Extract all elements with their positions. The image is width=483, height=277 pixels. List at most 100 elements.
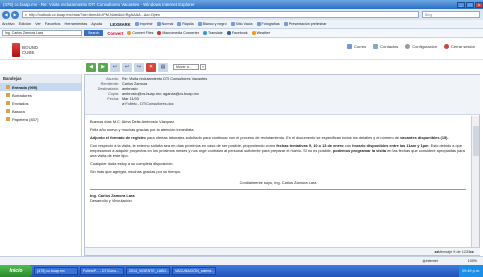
zoom-level[interactable]: 100%	[468, 259, 477, 263]
tool-bw-label: Blanco y negro	[202, 22, 227, 26]
body-p1: Feliz año nuevo y muchas gracias por la …	[90, 127, 195, 132]
reply-all-icon[interactable]: ↩	[122, 62, 132, 72]
tool-sitio-label: Sitio Vacía	[235, 22, 253, 26]
mail-icon	[347, 44, 353, 49]
menu-ver[interactable]: Ver	[35, 22, 41, 26]
mail-link[interactable]: Correo	[347, 44, 366, 49]
normal-icon	[156, 22, 161, 26]
photo-icon	[256, 22, 261, 26]
menu-bar: Archivo Edición Ver Favoritos Herramient…	[0, 20, 483, 29]
search-input[interactable]: Bing	[422, 11, 480, 18]
title-bar: (475) cc.buap.mx - Re: Visita reclutamie…	[0, 0, 483, 9]
window-title: (475) cc.buap.mx - Re: Visita reclutamie…	[3, 2, 195, 7]
folder-trash-label: Papelera (837)	[12, 116, 39, 122]
delete-icon[interactable]: ✕	[146, 62, 156, 72]
body-scrollbar[interactable]	[471, 116, 479, 248]
tool-rapida[interactable]: Rápida	[177, 22, 194, 26]
menu-favoritos[interactable]: Favoritos	[45, 22, 61, 26]
url-field[interactable]: e http://outlook.cc.buap.mx/owa/?ae=Item…	[22, 11, 419, 18]
task-ie[interactable]: (475) cc.buap.mx	[34, 267, 78, 275]
signature-role: Desarrollo y Vinculación	[90, 198, 132, 203]
sent-icon	[6, 101, 10, 105]
status-bar: ◍ Internet 100%	[0, 256, 483, 265]
message-header: Asunto: Re: Visita reclutamiento DTI Cons…	[85, 75, 480, 115]
logout-link[interactable]: Cerrar sesión	[443, 44, 475, 49]
tool-sitio[interactable]: Sitio Vacía	[230, 22, 253, 26]
menu-archivo[interactable]: Archivo	[2, 22, 15, 26]
date-key: Fecha:	[107, 97, 119, 101]
logout-link-label: Cerrar sesión	[450, 44, 475, 49]
bw-icon	[197, 22, 202, 26]
reading-pane: Asunto: Re: Visita reclutamiento DTI Cons…	[84, 74, 480, 256]
forward-mail-icon[interactable]: ↪	[134, 62, 144, 72]
task-folleto[interactable]: FolletoP... - DTICons...	[80, 267, 124, 275]
url-text: http://outlook.cc.buap.mx/owa/?ae=Item&t…	[29, 12, 160, 17]
forward-arrow-icon[interactable]: ▶	[98, 62, 108, 72]
tool-preview[interactable]: Presentación preliminar	[283, 22, 327, 26]
tool-imprimir-label: Imprimir	[139, 22, 153, 26]
menu-ayuda[interactable]: Ayuda	[91, 22, 102, 26]
folder-drafts-label: Borradores	[12, 92, 32, 98]
contacts-link[interactable]: Contactos	[373, 44, 398, 49]
folder-trash[interactable]: Papelera (837)	[0, 115, 81, 123]
attachment-link[interactable]: ⌀ Folleto - DTIConsultores.doc	[122, 102, 174, 107]
folder-junk[interactable]: Basura	[0, 107, 81, 115]
fav-translate[interactable]: Translate	[202, 31, 223, 35]
move-to-select[interactable]: Mover a...	[173, 64, 199, 70]
system-tray: 09:49 p.m.	[459, 265, 483, 277]
fav-facebook[interactable]: Facebook	[226, 31, 248, 35]
start-button[interactable]: Inicio	[0, 265, 32, 277]
logo-mark	[12, 42, 20, 57]
folder-sent[interactable]: Enviados	[0, 99, 81, 107]
reply-icon[interactable]: ↩	[110, 62, 120, 72]
body-p2b: para ofertas laborales solicitado para c…	[145, 135, 401, 140]
toolbar-search-value: Ing. Carlos Zamora Lara	[5, 31, 43, 35]
junk-icon	[6, 109, 10, 113]
fav-convert-files[interactable]: Convert Files	[127, 31, 153, 35]
folder-drafts[interactable]: Borradores	[0, 91, 81, 99]
contacts-icon	[373, 44, 379, 49]
tool-normal[interactable]: Normal	[156, 22, 173, 26]
folders-header: Bandejas	[0, 74, 81, 83]
owa-links: Correo Contactos Configuración Cerrar se…	[340, 44, 475, 49]
back-arrow-icon[interactable]: ◀	[86, 62, 96, 72]
message-toolbar: ◀ ▶ ↩ ↩ ↪ ✕ ▤ Mover a... »	[86, 60, 483, 74]
settings-link[interactable]: Configuración	[405, 44, 437, 49]
tool-fotos[interactable]: Fotografías	[256, 22, 280, 26]
convert-icon	[127, 31, 132, 35]
lexmark-logo: LEXMARK	[109, 21, 131, 27]
minimize-button[interactable]: _	[457, 1, 465, 8]
message-navigation: ◂◂ Mensaje 9 de 1233 ▸▸	[85, 247, 480, 255]
forward-icon[interactable]: ▶	[11, 10, 19, 19]
back-icon[interactable]: ◀	[2, 10, 10, 19]
menu-herramientas[interactable]: Herramientas	[64, 22, 87, 26]
scroll-thumb[interactable]	[473, 126, 479, 156]
tool-imprimir[interactable]: Imprimir	[134, 22, 153, 26]
tool-bw[interactable]: Blanco y negro	[197, 22, 227, 26]
settings-link-label: Configuración	[412, 44, 437, 49]
page-icon: e	[25, 12, 28, 17]
attachment-name: Folleto - DTIConsultores.doc	[125, 102, 174, 106]
mail-link-label: Correo	[354, 44, 367, 49]
body-p2: Adjunto el formato de registro para ofer…	[90, 135, 466, 140]
print-message-icon[interactable]: ▤	[158, 62, 168, 72]
favorites-bar: Ing. Carlos Zamora Lara Search Convert C…	[0, 29, 483, 38]
maximize-button[interactable]: □	[466, 1, 474, 8]
search-placeholder: Bing	[425, 12, 433, 17]
task-vacunacion[interactable]: VACUNACIÓN_calend...	[172, 267, 216, 275]
tool-preview-label: Presentación preliminar	[288, 22, 327, 26]
next-message-icon[interactable]: ▸▸	[470, 249, 474, 254]
task-vigente[interactable]: 2014_VIGENTE_LABO...	[126, 267, 170, 275]
move-go-button[interactable]: »	[200, 64, 206, 70]
menu-edicion[interactable]: Edición	[19, 22, 31, 26]
body-p4: Cualquier duda estoy a su completa dispo…	[90, 161, 174, 166]
fav-weather[interactable]: Weather	[251, 31, 270, 35]
folder-inbox[interactable]: Entrada (995)	[0, 83, 81, 91]
toolbar-search-button[interactable]: Search	[84, 30, 104, 36]
convert-button[interactable]: Convert	[107, 31, 123, 36]
close-button[interactable]: x	[475, 1, 483, 8]
taskbar: Inicio (475) cc.buap.mx FolletoP... - DT…	[0, 265, 483, 277]
toolbar-search-input[interactable]: Ing. Carlos Zamora Lara	[2, 30, 82, 36]
fav-macromedia[interactable]: Macromedia Converter	[157, 31, 199, 35]
drafts-icon	[6, 93, 10, 97]
